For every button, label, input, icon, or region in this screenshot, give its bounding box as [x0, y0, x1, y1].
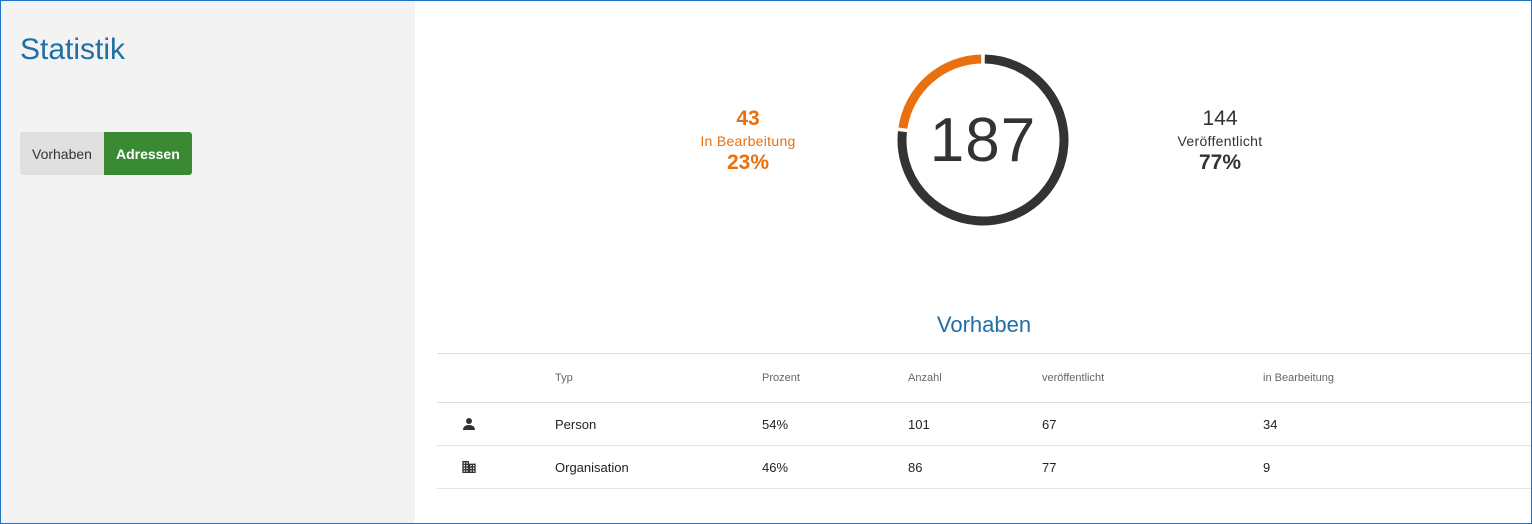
table-row: Person 54% 101 67 34: [437, 402, 1531, 446]
veroeffentlicht-stat: 144 Veröffentlicht 77%: [1120, 107, 1320, 175]
table-row: Organisation 46% 86 77 9: [437, 445, 1531, 489]
sidebar: Statistik Vorhaben Adressen: [1, 1, 415, 523]
row-in-bearbeitung: 9: [1263, 445, 1531, 489]
building-icon: [462, 461, 476, 474]
total-count: 187: [929, 105, 1037, 175]
veroeffentlicht-label: Veröffentlicht: [1177, 133, 1263, 149]
row-anzahl: 101: [908, 402, 1042, 446]
header-icon: [437, 353, 555, 403]
header-in-bearbeitung: in Bearbeitung: [1263, 353, 1531, 403]
row-prozent: 54%: [762, 402, 908, 446]
statistics-table: Typ Prozent Anzahl veröffentlicht in Bea…: [437, 353, 1531, 489]
main-content: 43 In Bearbeitung 23% 187 144 Veröffentl…: [415, 1, 1531, 523]
table-header-row: Typ Prozent Anzahl veröffentlicht in Bea…: [437, 353, 1531, 403]
row-veroeffentlicht: 77: [1042, 445, 1263, 489]
adressen-button[interactable]: Adressen: [103, 132, 192, 175]
header-prozent: Prozent: [762, 353, 908, 403]
row-typ: Person: [555, 402, 762, 446]
row-icon-cell: [437, 445, 555, 489]
header-typ: Typ: [555, 353, 762, 403]
header-anzahl: Anzahl: [908, 353, 1042, 403]
row-typ: Organisation: [555, 445, 762, 489]
header-veroeffentlicht: veröffentlicht: [1042, 353, 1263, 403]
veroeffentlicht-percent: 77%: [1198, 151, 1242, 174]
in-bearbeitung-percent: 23%: [726, 151, 770, 174]
row-in-bearbeitung: 34: [1263, 402, 1531, 446]
row-prozent: 46%: [762, 445, 908, 489]
row-icon-cell: [437, 402, 555, 446]
veroeffentlicht-count: 144: [1202, 107, 1238, 130]
table-title: Vorhaben: [936, 312, 1032, 337]
status-donut-chart: 187: [897, 54, 1069, 226]
in-bearbeitung-count: 43: [736, 107, 760, 130]
view-toggle: Vorhaben Adressen: [20, 132, 192, 175]
in-bearbeitung-stat: 43 In Bearbeitung 23%: [648, 107, 848, 175]
row-veroeffentlicht: 67: [1042, 402, 1263, 446]
person-icon: [463, 418, 475, 431]
row-anzahl: 86: [908, 445, 1042, 489]
page-title: Statistik: [20, 33, 126, 66]
statistics-window: Statistik Vorhaben Adressen 43 In Bearbe…: [0, 0, 1532, 524]
vorhaben-button[interactable]: Vorhaben: [20, 132, 104, 175]
in-bearbeitung-label: In Bearbeitung: [700, 133, 796, 149]
